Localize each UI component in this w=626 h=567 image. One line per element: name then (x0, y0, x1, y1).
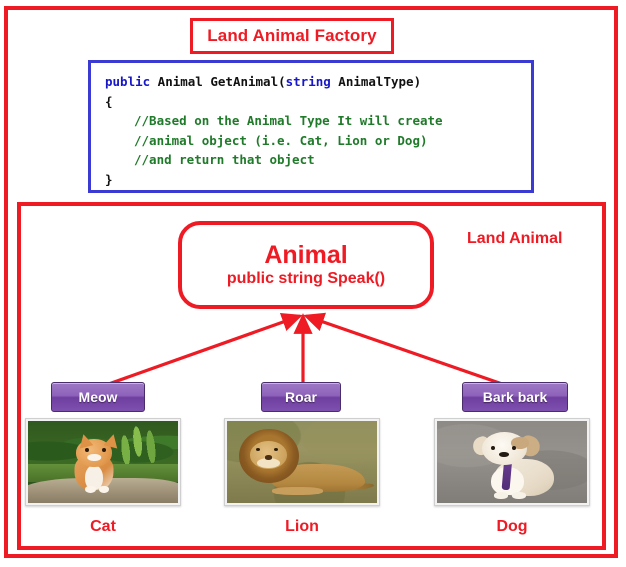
animal-column-lion: Roar Lion (224, 382, 380, 536)
diagram-page: Land Animal Factory public Animal GetAni… (0, 0, 626, 567)
animal-class-name: Animal (264, 241, 348, 269)
code-comment-2: //animal object (i.e. Cat, Lion or Dog) (134, 132, 428, 148)
lion-photo (227, 421, 377, 503)
cat-eye-right (101, 448, 106, 453)
code-signature-rest: Animal GetAnimal( (150, 74, 286, 89)
animal-column-dog: Bark bark Dog (434, 382, 590, 536)
dog-paw-right (512, 492, 526, 499)
animal-caption-lion: Lion (285, 518, 319, 535)
code-comment-1: //Based on the Animal Type It will creat… (134, 113, 443, 128)
lion-nose (264, 455, 272, 460)
animal-caption-cat: Cat (90, 518, 116, 535)
keyword-public: public (105, 74, 151, 89)
photo-frame-dog (434, 418, 590, 506)
keyword-string: string (285, 74, 331, 89)
dog-eye-left (491, 445, 495, 450)
animal-base-class-box: Animal public string Speak() (178, 221, 434, 309)
factory-title-box: Land Animal Factory (190, 18, 394, 54)
lion-eye-right (273, 448, 278, 452)
code-signature-end: AnimalType) (330, 74, 422, 89)
dog-eye-right (512, 445, 516, 450)
dog-photo (437, 421, 587, 503)
animal-column-cat: Meow Cat (25, 382, 181, 536)
photo-frame-lion (224, 418, 380, 506)
factory-code-block: public Animal GetAnimal(string AnimalTyp… (88, 60, 534, 193)
dog-nose (498, 452, 509, 458)
cat-photo (28, 421, 178, 503)
animal-class-method: public string Speak() (226, 270, 386, 287)
photo-frame-cat (25, 418, 181, 506)
dog-paw-left (494, 492, 508, 499)
page-title: Land Animal Factory (207, 26, 377, 45)
speak-bubble-dog[interactable]: Bark bark (462, 382, 568, 412)
group-label: Land Animal (467, 230, 563, 247)
cat-snout (87, 453, 101, 462)
code-line-close-brace: } (105, 171, 113, 187)
animal-caption-dog: Dog (496, 518, 528, 535)
code-line-signature: public Animal GetAnimal(string AnimalTyp… (105, 72, 531, 92)
code-comment-3: //and return that object (134, 152, 315, 167)
speak-bubble-lion[interactable]: Roar (261, 382, 341, 412)
speak-bubble-cat[interactable]: Meow (51, 382, 145, 412)
code-line-open-brace: { (105, 93, 113, 109)
lion-eye-left (255, 448, 260, 452)
cat-paw-left (85, 485, 96, 494)
lion-legs (272, 486, 323, 495)
cat-background-fern (113, 423, 168, 467)
